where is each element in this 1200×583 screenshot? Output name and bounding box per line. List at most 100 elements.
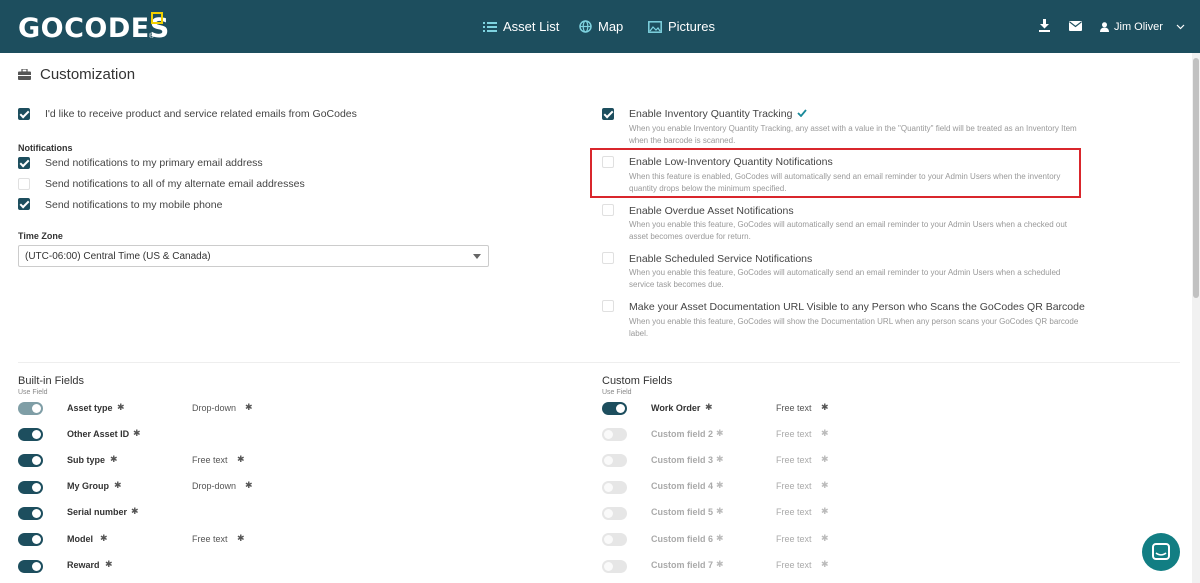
custom-field-name: Custom field 7 <box>651 560 714 570</box>
inventory-tracking-checkbox[interactable] <box>602 108 614 120</box>
nav-map-label: Map <box>598 19 624 34</box>
gear-icon[interactable]: ✱ <box>821 454 829 465</box>
builtin-toggle-sub-type[interactable] <box>18 454 43 467</box>
gear-icon[interactable]: ✱ <box>716 454 724 465</box>
custom-field-type: Free text <box>776 560 812 570</box>
top-navbar: GOCODES ® Asset List Map Pictures Jim Ol… <box>0 0 1200 53</box>
gear-icon[interactable]: ✱ <box>114 480 122 491</box>
notify-mobile-checkbox[interactable] <box>18 198 30 210</box>
mail-icon[interactable] <box>1069 21 1082 31</box>
documentation-url-desc: When you enable this feature, GoCodes wi… <box>629 317 1079 338</box>
custom-toggle-field-3[interactable] <box>602 454 627 467</box>
builtin-field-type: Drop-down <box>192 403 237 413</box>
gear-icon[interactable]: ✱ <box>131 506 139 517</box>
nav-map[interactable]: Map <box>579 0 623 53</box>
page-title-text: Customization <box>40 66 136 83</box>
list-icon <box>483 21 497 32</box>
gear-icon[interactable]: ✱ <box>133 428 141 439</box>
marketing-emails-label: I'd like to receive product and service … <box>45 108 357 120</box>
low-inventory-checkbox[interactable] <box>602 156 614 168</box>
gear-icon[interactable]: ✱ <box>705 402 713 413</box>
gear-icon[interactable]: ✱ <box>117 402 125 413</box>
page-title: Customization <box>18 66 135 83</box>
low-inventory-desc: When this feature is enabled, GoCodes wi… <box>629 172 1061 193</box>
custom-field-type: Free text <box>776 481 812 491</box>
gear-icon[interactable]: ✱ <box>237 454 245 465</box>
gocodes-logo[interactable]: GOCODES ® <box>18 12 170 46</box>
notify-mobile-label: Send notifications to my mobile phone <box>45 199 223 211</box>
marketing-emails-checkbox[interactable] <box>18 108 30 120</box>
custom-toggle-field-7[interactable] <box>602 560 627 573</box>
gear-icon[interactable]: ✱ <box>716 559 724 570</box>
builtin-toggle-reward[interactable] <box>18 560 43 573</box>
logo-square-icon <box>151 12 163 24</box>
custom-toggle-field-5[interactable] <box>602 507 627 520</box>
nav-pictures-label: Pictures <box>668 19 715 34</box>
gear-icon[interactable]: ✱ <box>237 533 245 544</box>
gear-icon[interactable]: ✱ <box>110 454 118 465</box>
custom-use-field-label: Use Field <box>602 389 632 396</box>
builtin-use-field-label: Use Field <box>18 389 48 396</box>
globe-icon <box>579 20 592 33</box>
timezone-heading: Time Zone <box>18 231 63 241</box>
scheduled-service-checkbox[interactable] <box>602 252 614 264</box>
builtin-toggle-my-group[interactable] <box>18 481 43 494</box>
trademark-icon: ® <box>149 33 155 40</box>
gear-icon[interactable]: ✱ <box>100 533 108 544</box>
builtin-fields-heading: Built-in Fields <box>18 375 85 387</box>
user-menu[interactable]: Jim Oliver <box>1100 0 1185 53</box>
gear-icon[interactable]: ✱ <box>716 533 724 544</box>
gear-icon[interactable]: ✱ <box>245 480 253 491</box>
custom-field-name: Custom field 6 <box>651 534 714 544</box>
overdue-asset-desc: When you enable this feature, GoCodes wi… <box>629 220 1068 241</box>
nav-pictures[interactable]: Pictures <box>648 0 715 53</box>
gear-icon[interactable]: ✱ <box>821 428 829 439</box>
documentation-url-label: Make your Asset Documentation URL Visibl… <box>629 301 1085 313</box>
gear-icon[interactable]: ✱ <box>821 533 829 544</box>
builtin-field-name: Sub type <box>67 455 106 465</box>
custom-toggle-field-6[interactable] <box>602 533 627 546</box>
custom-toggle-field-2[interactable] <box>602 428 627 441</box>
gear-icon[interactable]: ✱ <box>716 428 724 439</box>
briefcase-icon <box>18 69 31 80</box>
inventory-tracking-text: Enable Inventory Quantity Tracking <box>629 108 793 120</box>
inventory-tracking-label: Enable Inventory Quantity Tracking <box>629 108 808 120</box>
overdue-asset-checkbox[interactable] <box>602 204 614 216</box>
custom-toggle-field-4[interactable] <box>602 481 627 494</box>
builtin-field-type: Drop-down <box>192 481 237 491</box>
notify-primary-email-label: Send notifications to my primary email a… <box>45 157 263 169</box>
user-icon <box>1100 21 1109 32</box>
notify-alternate-email-checkbox[interactable] <box>18 178 30 190</box>
gear-icon[interactable]: ✱ <box>821 480 829 491</box>
custom-field-type: Free text <box>776 403 812 413</box>
custom-field-type: Free text <box>776 429 812 439</box>
documentation-url-checkbox[interactable] <box>602 300 614 312</box>
timezone-select[interactable]: (UTC-06:00) Central Time (US & Canada) <box>18 245 489 267</box>
builtin-toggle-model[interactable] <box>18 533 43 546</box>
gear-icon[interactable]: ✱ <box>716 506 724 517</box>
low-inventory-label: Enable Low-Inventory Quantity Notificati… <box>629 156 833 168</box>
inventory-tracking-desc: When you enable Inventory Quantity Track… <box>629 124 1077 145</box>
gear-icon[interactable]: ✱ <box>105 559 113 570</box>
builtin-toggle-other-asset-id[interactable] <box>18 428 43 441</box>
custom-field-name: Work Order <box>651 403 701 413</box>
chat-launcher-button[interactable] <box>1142 533 1180 571</box>
scrollbar-thumb[interactable] <box>1193 58 1199 298</box>
gear-icon[interactable]: ✱ <box>821 402 829 413</box>
builtin-toggle-asset-type[interactable] <box>18 402 43 415</box>
custom-field-name: Custom field 2 <box>651 429 714 439</box>
builtin-field-name: Asset type <box>67 403 113 413</box>
nav-asset-list[interactable]: Asset List <box>483 0 559 53</box>
gear-icon[interactable]: ✱ <box>716 480 724 491</box>
notify-primary-email-checkbox[interactable] <box>18 157 30 169</box>
section-divider <box>18 362 1180 363</box>
gear-icon[interactable]: ✱ <box>821 559 829 570</box>
gear-icon[interactable]: ✱ <box>821 506 829 517</box>
download-icon[interactable] <box>1039 19 1050 32</box>
overdue-asset-label: Enable Overdue Asset Notifications <box>629 205 794 217</box>
gear-icon[interactable]: ✱ <box>245 402 253 413</box>
caret-down-icon <box>473 254 481 259</box>
chat-icon <box>1152 543 1170 560</box>
custom-toggle-work-order[interactable] <box>602 402 627 415</box>
builtin-toggle-serial-number[interactable] <box>18 507 43 520</box>
